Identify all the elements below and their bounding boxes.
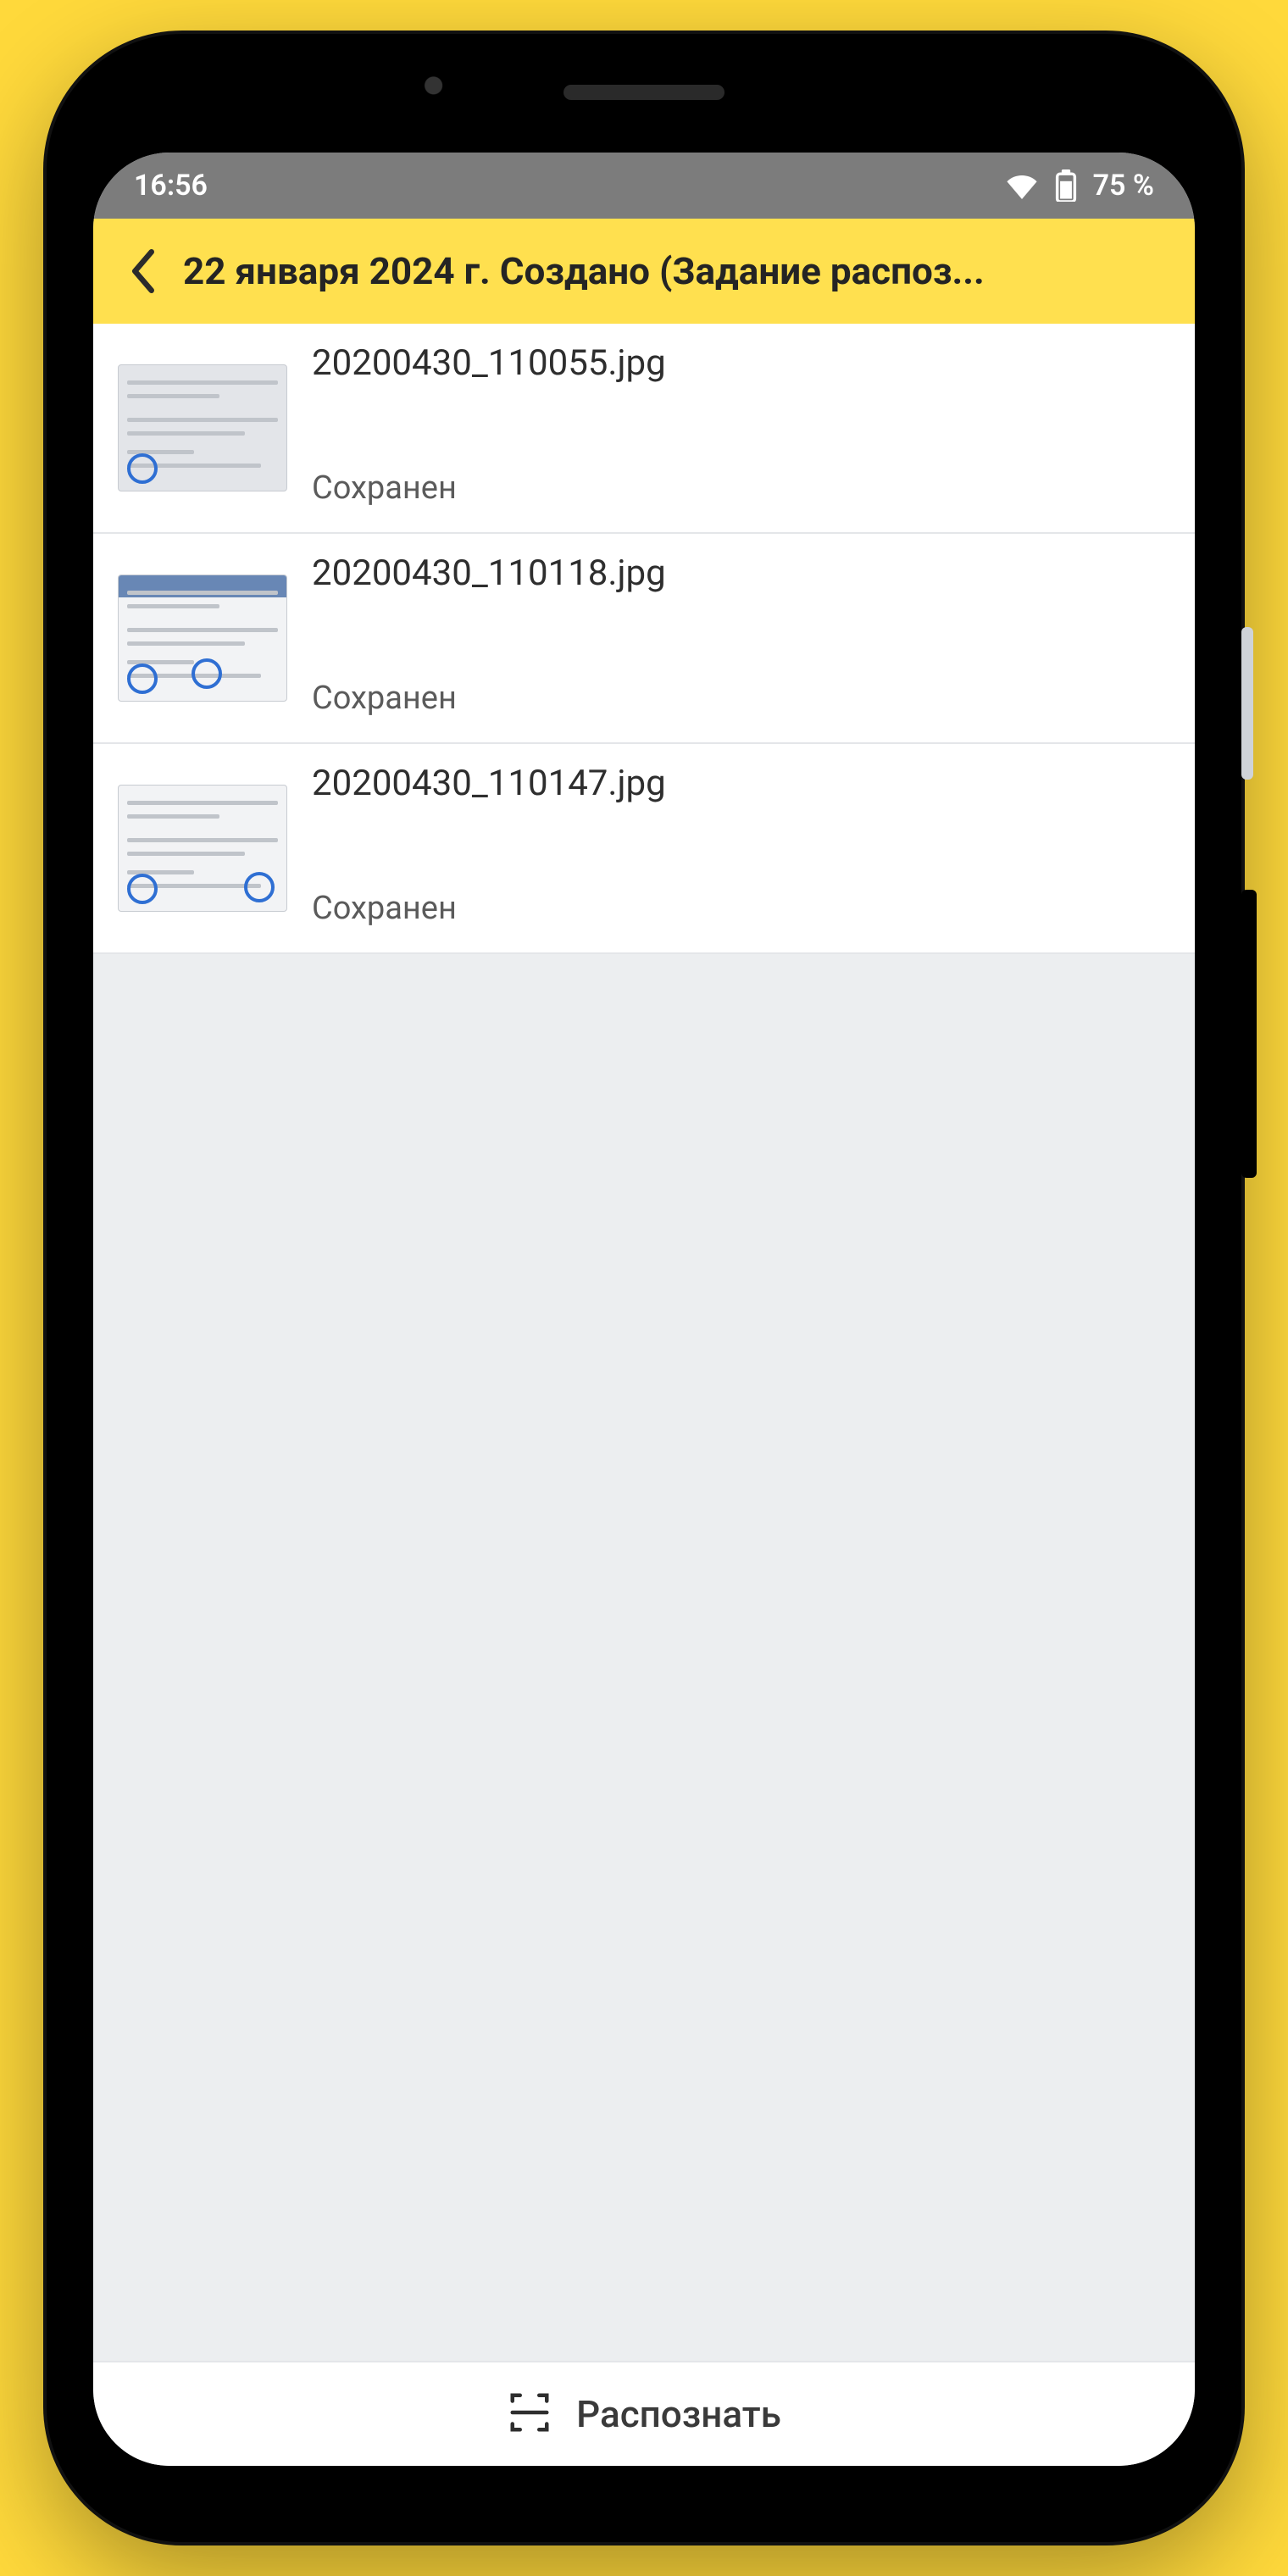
- battery-percent: 75 %: [1093, 169, 1154, 203]
- chevron-left-icon: [128, 249, 158, 293]
- file-thumbnail: [114, 341, 291, 515]
- recognize-label: Распознать: [576, 2392, 781, 2436]
- status-bar: 16:56 75 %: [93, 153, 1195, 219]
- clock: 16:56: [134, 169, 208, 203]
- recognize-button[interactable]: Распознать: [93, 2361, 1195, 2466]
- file-thumbnail: [114, 551, 291, 725]
- page-title: 22 января 2024 г. Создано (Задание распо…: [175, 249, 1176, 293]
- file-name: 20200430_110055.jpg: [312, 342, 1174, 384]
- file-name: 20200430_110147.jpg: [312, 763, 1174, 804]
- file-status: Сохранен: [312, 469, 1174, 507]
- battery-icon: [1054, 169, 1078, 202]
- file-thumbnail: [114, 761, 291, 935]
- scan-icon: [507, 2390, 552, 2439]
- app-header: 22 января 2024 г. Создано (Задание распо…: [93, 219, 1195, 324]
- phone-camera: [415, 69, 461, 115]
- phone-power-button: [1241, 890, 1257, 1178]
- phone-frame: 16:56 75 % 22: [47, 34, 1241, 2542]
- file-status: Сохранен: [312, 680, 1174, 717]
- file-name: 20200430_110118.jpg: [312, 552, 1174, 594]
- back-button[interactable]: [112, 240, 175, 303]
- file-status: Сохранен: [312, 890, 1174, 927]
- file-row[interactable]: 20200430_110147.jpg Сохранен: [93, 744, 1195, 954]
- phone-volume-button: [1241, 627, 1253, 780]
- file-row[interactable]: 20200430_110118.jpg Сохранен: [93, 534, 1195, 744]
- app-screen: 16:56 75 % 22: [93, 153, 1195, 2466]
- file-row[interactable]: 20200430_110055.jpg Сохранен: [93, 324, 1195, 534]
- wifi-icon: [1005, 172, 1039, 199]
- file-list: 20200430_110055.jpgСохранен20200430_1101…: [93, 324, 1195, 2361]
